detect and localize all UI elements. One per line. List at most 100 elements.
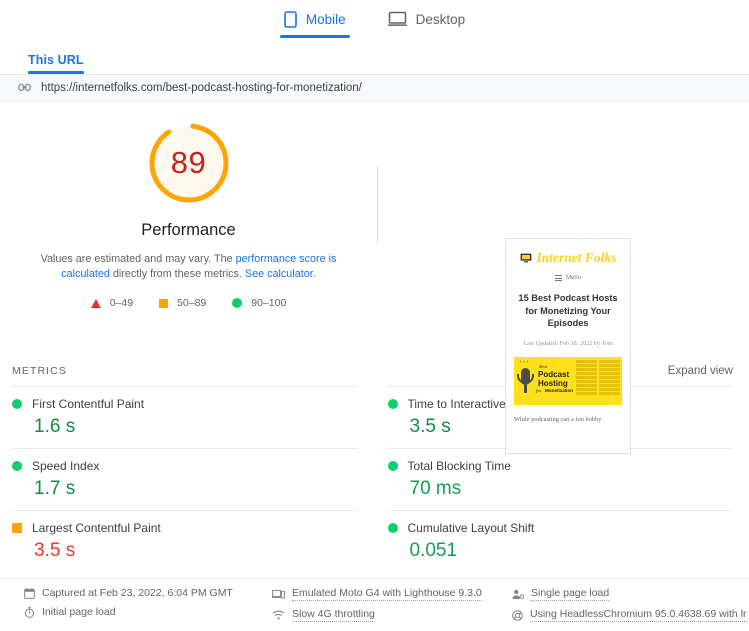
analyzed-url-text: https://internetfolks.com/best-podcast-h… [41, 82, 362, 94]
footer-captured-at: Captured at Feb 23, 2022, 6:04 PM GMT [24, 587, 272, 599]
music-notes-icon: ♪♪♪ [519, 359, 530, 365]
thumbnail-date-line: Last Updated: Feb 18, 2022 by Tom [514, 340, 622, 347]
footer-browser-version-text[interactable]: Using HeadlessChromium 95.0.4638.69 with… [530, 608, 747, 622]
chrome-icon [512, 610, 523, 621]
metrics-grid: First Contentful Paint 1.6 s Time to Int… [0, 386, 749, 572]
tab-desktop-label: Desktop [416, 12, 466, 27]
circle-icon [12, 461, 22, 471]
footer-initial-page-load-text: Initial page load [42, 606, 116, 618]
metric-value: 1.7 s [12, 478, 358, 500]
vertical-divider [377, 166, 378, 244]
metric-name: Speed Index [32, 459, 99, 473]
banner-title-line2: Hosting [538, 379, 568, 388]
metrics-header: METRICS Expand view [0, 365, 749, 377]
device-tab-bar: Mobile Desktop [0, 0, 749, 48]
footer-emulated-device-text[interactable]: Emulated Moto G4 with Lighthouse 9.3.0 [292, 587, 482, 601]
thumbnail-headline: 15 Best Podcast Hosts for Monetizing You… [515, 292, 621, 330]
metric-cumulative-layout-shift[interactable]: Cumulative Layout Shift 0.051 [388, 510, 734, 572]
metrics-title: METRICS [12, 365, 67, 377]
user-icon [512, 589, 524, 600]
banner-title-line1: Podcast [538, 370, 569, 379]
run-conditions-footer: Captured at Feb 23, 2022, 6:04 PM GMT In… [0, 578, 749, 631]
circle-icon [232, 298, 242, 308]
hamburger-icon [555, 275, 562, 281]
metric-name: First Contentful Paint [32, 397, 144, 411]
footer-throttling-text[interactable]: Slow 4G throttling [292, 608, 375, 622]
metric-name: Largest Contentful Paint [32, 521, 161, 535]
wifi-icon [272, 610, 285, 620]
tab-mobile[interactable]: Mobile [280, 8, 350, 38]
banner-script-bottom: for [536, 388, 542, 393]
performance-gauge-block: 89 Performance Values are estimated and … [0, 101, 377, 341]
metric-value: 70 ms [388, 478, 734, 500]
performance-gauge: 89 [145, 119, 233, 207]
score-summary-section: 89 Performance Values are estimated and … [0, 101, 749, 359]
calendar-icon [24, 588, 35, 599]
metric-largest-contentful-paint[interactable]: Largest Contentful Paint 3.5 s [12, 510, 358, 572]
url-tab-bar: This URL [0, 48, 749, 74]
metric-label-row: Total Blocking Time [388, 459, 734, 473]
legend-item-good: 90–100 [232, 297, 286, 309]
circle-icon [388, 523, 398, 533]
triangle-icon [91, 299, 101, 308]
metric-value: 0.051 [388, 540, 734, 562]
banner-subtitle: Monetization [545, 388, 573, 393]
metric-value: 3.5 s [12, 540, 358, 562]
tab-this-url[interactable]: This URL [28, 53, 84, 74]
metric-label-row: Cumulative Layout Shift [388, 521, 734, 535]
score-legend: 0–49 50–89 90–100 [91, 297, 287, 309]
thumbnail-logo-text: Internet Folks [537, 250, 617, 266]
page-screenshot-thumbnail: Internet Folks Menu 15 Best Podcast Host… [505, 238, 631, 454]
legend-item-average: 50–89 [159, 297, 206, 309]
tab-mobile-label: Mobile [306, 12, 346, 27]
footer-throttling[interactable]: Slow 4G throttling [272, 608, 512, 622]
footer-emulated-device[interactable]: Emulated Moto G4 with Lighthouse 9.3.0 [272, 587, 512, 601]
footer-column-environment: Single page load Using HeadlessChromium … [512, 587, 749, 631]
metric-value: 1.6 s [12, 416, 358, 438]
footer-browser-version[interactable]: Using HeadlessChromium 95.0.4638.69 with… [512, 608, 749, 622]
legend-range-good: 90–100 [251, 297, 286, 309]
metric-first-contentful-paint[interactable]: First Contentful Paint 1.6 s [12, 386, 358, 448]
footer-column-capture: Captured at Feb 23, 2022, 6:04 PM GMT In… [24, 587, 272, 631]
devices-icon [272, 589, 285, 599]
circle-icon [388, 399, 398, 409]
performance-score: 89 [145, 119, 233, 207]
metric-name: Cumulative Layout Shift [408, 521, 535, 535]
circle-icon [12, 399, 22, 409]
analyzed-url-bar: https://internetfolks.com/best-podcast-h… [0, 74, 749, 101]
mobile-icon [284, 11, 297, 28]
banner-title: Podcast Hosting [538, 370, 569, 388]
footer-single-page-load-text[interactable]: Single page load [531, 587, 609, 601]
see-calculator-link[interactable]: See calculator. [245, 268, 316, 280]
banner-script-top: Best [539, 364, 547, 369]
square-icon [159, 299, 168, 308]
thumbnail-menu-label: Menu [566, 275, 581, 281]
footer-single-page-load[interactable]: Single page load [512, 587, 749, 601]
performance-category-label: Performance [141, 221, 235, 240]
metric-speed-index[interactable]: Speed Index 1.7 s [12, 448, 358, 510]
square-icon [12, 523, 22, 533]
stopwatch-icon [24, 607, 35, 618]
legend-range-average: 50–89 [177, 297, 206, 309]
thumbnail-banner-image: ♪♪♪ Best Podcast Hosting for Monetizatio… [514, 357, 622, 405]
desktop-icon [388, 11, 407, 27]
score-disclaimer-middle: directly from these metrics. [110, 268, 245, 280]
metric-total-blocking-time[interactable]: Total Blocking Time 70 ms [388, 448, 734, 510]
thumbnail-body-caption: While podcasting can a fun hobby [514, 416, 622, 423]
footer-initial-page-load: Initial page load [24, 606, 272, 618]
legend-range-poor: 0–49 [110, 297, 133, 309]
score-disclaimer-prefix: Values are estimated and may vary. The [41, 253, 236, 265]
score-disclaimer: Values are estimated and may vary. The p… [24, 252, 354, 282]
footer-column-device: Emulated Moto G4 with Lighthouse 9.3.0 S… [272, 587, 512, 631]
expand-view-button[interactable]: Expand view [668, 365, 733, 377]
circle-icon [388, 461, 398, 471]
banner-logo-grid [576, 360, 620, 403]
monitor-icon [520, 253, 532, 263]
tab-desktop[interactable]: Desktop [384, 8, 470, 37]
metric-label-row: First Contentful Paint [12, 397, 358, 411]
metric-name: Total Blocking Time [408, 459, 511, 473]
link-icon [18, 83, 31, 92]
thumbnail-site-logo: Internet Folks [506, 239, 630, 266]
thumbnail-menu: Menu [506, 275, 630, 281]
footer-captured-at-text: Captured at Feb 23, 2022, 6:04 PM GMT [42, 587, 233, 599]
